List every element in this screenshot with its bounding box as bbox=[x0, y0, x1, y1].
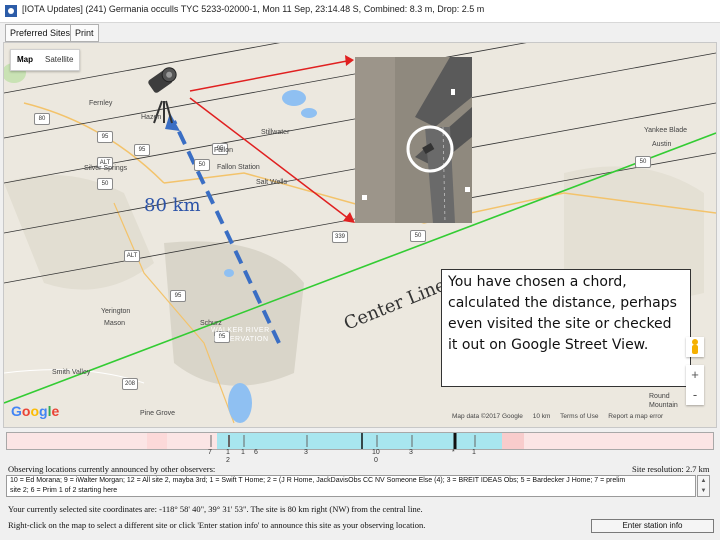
place-label: Hazen bbox=[141, 114, 162, 121]
lake bbox=[282, 90, 306, 106]
window-title: [IOTA Updates] (241) Germania occulls TY… bbox=[22, 4, 485, 14]
place-label: Smith Valley bbox=[52, 369, 91, 376]
place-label: Yerington bbox=[101, 308, 131, 315]
timeline-count: 7 bbox=[208, 449, 212, 456]
timeline-count: 3 bbox=[304, 449, 308, 456]
place-label: WALKER RIVER bbox=[211, 327, 270, 334]
observers-line: site 2; 6 = Prim 1 of 2 starting here bbox=[10, 487, 118, 494]
route-shield: 339 bbox=[332, 231, 348, 243]
zoom-in-button[interactable]: + bbox=[686, 365, 704, 385]
map-attribution: Map data ©2017 Google 10 km Terms of Use… bbox=[452, 413, 671, 420]
map-data-credit: Map data ©2017 Google bbox=[452, 413, 523, 420]
place-label: Stillwater bbox=[261, 129, 290, 136]
route-shield: 95 bbox=[134, 144, 150, 156]
timeline-count: 6 bbox=[254, 449, 258, 456]
route-shield: 95 bbox=[97, 131, 113, 143]
satellite-inset bbox=[355, 57, 472, 223]
map-type-map[interactable]: Map bbox=[11, 50, 39, 70]
walker-lake bbox=[228, 383, 252, 423]
place-label: Fallon Station bbox=[217, 164, 260, 171]
place-label: Round bbox=[649, 393, 670, 400]
map-view[interactable]: Map Satellite 80 95 50 95 50 95 95 339 9… bbox=[3, 42, 717, 428]
place-label: Austin bbox=[652, 141, 672, 148]
lake bbox=[301, 108, 317, 118]
toolbar: Preferred Sites Print bbox=[0, 23, 720, 42]
place-label: Schurz bbox=[200, 320, 222, 327]
preferred-sites-button[interactable]: Preferred Sites bbox=[5, 24, 76, 42]
app-icon bbox=[5, 5, 17, 17]
route-shield: 80 bbox=[34, 113, 50, 125]
title-bar: [IOTA Updates] (241) Germania occulls TY… bbox=[0, 0, 720, 23]
timeline-labels: 7 1 1 6 3 10 3 * 1 2 0 bbox=[6, 449, 712, 465]
center-line-text: Center Line bbox=[341, 275, 449, 335]
timeline-count: 1 bbox=[241, 449, 245, 456]
route-shield: 50 bbox=[410, 230, 426, 242]
timeline-count: 0 bbox=[374, 457, 378, 464]
place-label: Fallon bbox=[214, 147, 234, 154]
center-line-label: Center Line bbox=[341, 275, 449, 335]
place-label: Mountain bbox=[649, 402, 678, 409]
explanation-callout: You have chosen a chord, calculated the … bbox=[441, 269, 691, 387]
route-shield: 50 bbox=[194, 159, 210, 171]
zoom-control: + - bbox=[686, 365, 704, 405]
print-button[interactable]: Print bbox=[70, 24, 99, 42]
app-window: [IOTA Updates] (241) Germania occulls TY… bbox=[0, 0, 720, 540]
route-shield: 208 bbox=[122, 378, 138, 390]
terms-link[interactable]: Terms of Use bbox=[560, 413, 598, 420]
place-label: RESERVATION bbox=[214, 336, 269, 343]
timeline-count: 1 bbox=[472, 449, 476, 456]
route-shield: ALT bbox=[124, 250, 140, 262]
timeline-count: 3 bbox=[409, 449, 413, 456]
observers-line: 10 = Ed Morana; 9 = iWalter Morgan; 12 =… bbox=[10, 477, 626, 484]
place-label: Pine Grove bbox=[140, 410, 176, 417]
observers-list[interactable]: 10 = Ed Morana; 9 = iWalter Morgan; 12 =… bbox=[6, 475, 696, 497]
place-label: Fernley bbox=[89, 100, 113, 107]
street-view-pegman-icon[interactable] bbox=[686, 337, 704, 357]
place-label: Salt Wells bbox=[256, 179, 287, 186]
map-type-satellite[interactable]: Satellite bbox=[39, 50, 79, 70]
distance-label: 80 km bbox=[144, 195, 201, 216]
route-shield: 95 bbox=[170, 290, 186, 302]
route-shield: 50 bbox=[635, 156, 651, 168]
google-logo: Google bbox=[11, 403, 60, 419]
satellite-view bbox=[355, 57, 472, 223]
site-resolution: Site resolution: 2.7 km bbox=[632, 464, 710, 474]
timeline-count: 1 bbox=[226, 449, 230, 456]
report-error-link[interactable]: Report a map error bbox=[608, 413, 663, 420]
observing-header: Observing locations currently announced … bbox=[8, 464, 216, 474]
route-shield: 50 bbox=[97, 178, 113, 190]
observers-scrollbar[interactable]: ▲ ▼ bbox=[697, 475, 710, 497]
timeline-count: * bbox=[452, 449, 455, 456]
place-label: Silver Springs bbox=[84, 165, 128, 172]
place-label: Yankee Blade bbox=[644, 127, 688, 134]
scroll-down-icon[interactable]: ▼ bbox=[698, 486, 709, 496]
map-scale: 10 km bbox=[532, 413, 551, 420]
site-coordinates: Your currently selected site coordinates… bbox=[8, 504, 423, 514]
timeline-canvas bbox=[7, 433, 713, 449]
map-type-toggle: Map Satellite bbox=[10, 49, 81, 71]
lake bbox=[224, 269, 234, 277]
place-label: Mason bbox=[104, 320, 126, 327]
enter-station-info-button[interactable]: Enter station info bbox=[591, 519, 714, 533]
scroll-up-icon[interactable]: ▲ bbox=[698, 476, 709, 486]
timeline-count: 2 bbox=[226, 457, 230, 464]
zoom-out-button[interactable]: - bbox=[686, 385, 704, 405]
timeline-count: 10 bbox=[372, 449, 380, 456]
site-instructions: Right-click on the map to select a diffe… bbox=[8, 520, 426, 530]
chord-timeline[interactable] bbox=[6, 432, 714, 450]
